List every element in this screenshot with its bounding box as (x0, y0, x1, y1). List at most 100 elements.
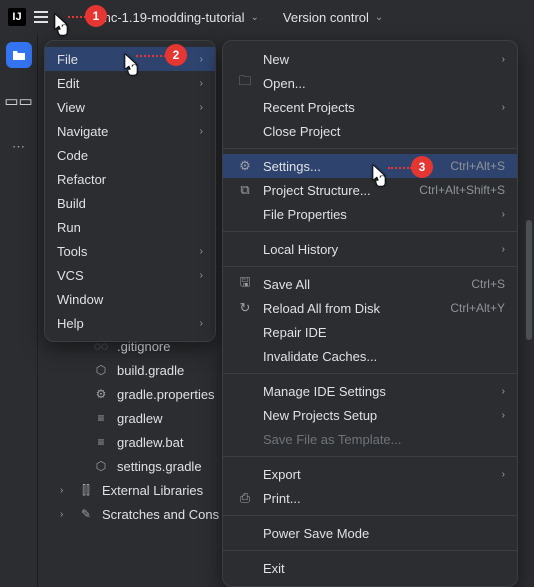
gear-icon: ⚙ (237, 158, 253, 174)
chevron-right-icon: › (502, 386, 505, 397)
menu-item-build[interactable]: Build (45, 191, 215, 215)
menu-item-label: Build (57, 196, 203, 211)
file-label: gradle.properties (117, 387, 215, 402)
file-menu-repair-ide[interactable]: Repair IDE (223, 320, 517, 344)
menu-item-label: Save All (263, 277, 461, 292)
tree-root-label: Scratches and Cons (102, 507, 219, 522)
gradle-icon: ⬡ (93, 459, 109, 473)
menu-item-file[interactable]: File › (45, 47, 215, 71)
shortcut-label: Ctrl+Alt+Y (450, 301, 505, 315)
menu-item-label: Code (57, 148, 203, 163)
file-menu-power-save-mode[interactable]: Power Save Mode (223, 521, 517, 545)
menu-item-label: Edit (57, 76, 190, 91)
menu-item-label: Project Structure... (263, 183, 409, 198)
menu-item-label: File (57, 52, 190, 67)
gear-icon: ⚙ (93, 387, 109, 401)
menu-item-label: Save File as Template... (263, 432, 505, 447)
menu-item-label: Repair IDE (263, 325, 505, 340)
file-menu-save-all[interactable]: 🖫Save AllCtrl+S (223, 272, 517, 296)
menu-item-refactor[interactable]: Refactor (45, 167, 215, 191)
shortcut-label: Ctrl+S (471, 277, 505, 291)
file-menu-recent-projects[interactable]: Recent Projects › (223, 95, 517, 119)
chevron-right-icon: › (502, 244, 505, 255)
lib-icon: ⫿⫿ (78, 483, 94, 498)
shortcut-label: Ctrl+Alt+S (450, 159, 505, 173)
menu-item-run[interactable]: Run (45, 215, 215, 239)
intellij-logo-icon: IJ (8, 8, 26, 26)
menu-item-label: Settings... (263, 159, 440, 174)
menu-item-vcs[interactable]: VCS› (45, 263, 215, 287)
shortcut-label: Ctrl+Alt+Shift+S (419, 183, 505, 197)
menu-item-label: Local History (263, 242, 492, 257)
file-label: gradlew (117, 411, 163, 426)
main-menu-button[interactable] (32, 7, 50, 27)
menu-item-label: Manage IDE Settings (263, 384, 492, 399)
file-menu-exit[interactable]: Exit (223, 556, 517, 580)
file-label: settings.gradle (117, 459, 202, 474)
file-menu-close-project[interactable]: Close Project (223, 119, 517, 143)
file-menu-popup: New›🗀Open... Recent Projects › Close Projec… (222, 40, 518, 587)
project-dropdown[interactable]: mc-1.19-modding-tutorial ⌄ (100, 10, 259, 25)
file-menu-new-projects-setup[interactable]: New Projects Setup › (223, 403, 517, 427)
scrollbar-thumb[interactable] (526, 220, 532, 340)
menu-item-label: Reload All from Disk (263, 301, 440, 316)
file-menu-new[interactable]: New› (223, 47, 517, 71)
version-control-dropdown[interactable]: Version control ⌄ (283, 10, 383, 25)
file-label: build.gradle (117, 363, 184, 378)
menu-item-label: Close Project (263, 124, 505, 139)
chevron-right-icon: › (60, 509, 70, 520)
menu-item-label: Recent Projects (263, 100, 492, 115)
file-menu-project-structure[interactable]: ⧉ Project Structure... Ctrl+Alt+Shift+S (223, 178, 517, 202)
menu-item-label: Navigate (57, 124, 190, 139)
chevron-down-icon: ⌄ (375, 12, 383, 23)
tree-root-label: External Libraries (102, 483, 203, 498)
menu-item-label: Export (263, 467, 492, 482)
menu-item-edit[interactable]: Edit› (45, 71, 215, 95)
file-menu-invalidate-caches[interactable]: Invalidate Caches... (223, 344, 517, 368)
folder-icon: 🗀 (237, 72, 253, 94)
chevron-down-icon: ⌄ (251, 12, 259, 23)
project-tool-button[interactable] (6, 42, 32, 68)
chevron-right-icon: › (200, 102, 203, 113)
chevron-right-icon: › (200, 246, 203, 257)
file-menu-settings[interactable]: ⚙ Settings... Ctrl+Alt+S (223, 154, 517, 178)
menu-item-label: Print... (263, 491, 505, 506)
file-menu-export[interactable]: Export › (223, 462, 517, 486)
file-icon: ≡ (93, 411, 109, 425)
menu-item-window[interactable]: Window (45, 287, 215, 311)
menu-item-navigate[interactable]: Navigate› (45, 119, 215, 143)
file-icon: ≡ (93, 435, 109, 449)
reload-icon: ↻ (237, 300, 253, 316)
chevron-right-icon: › (502, 102, 505, 113)
file-menu-file-properties[interactable]: File Properties › (223, 202, 517, 226)
file-label: gradlew.bat (117, 435, 184, 450)
more-tool-button[interactable]: ⋯ (6, 134, 32, 160)
chevron-right-icon: › (502, 209, 505, 220)
chevron-right-icon: › (200, 54, 203, 65)
menu-item-label: Refactor (57, 172, 203, 187)
file-menu-manage-ide-settings[interactable]: Manage IDE Settings › (223, 379, 517, 403)
file-menu-local-history[interactable]: Local History › (223, 237, 517, 261)
chevron-right-icon: › (502, 469, 505, 480)
main-menu-popup: File›Edit›View›Navigate›CodeRefactorBuil… (44, 40, 216, 342)
menu-item-label: Run (57, 220, 203, 235)
menu-item-label: Window (57, 292, 203, 307)
structure-tool-button[interactable]: ▭▭ (6, 88, 32, 114)
menu-item-tools[interactable]: Tools› (45, 239, 215, 263)
menu-item-code[interactable]: Code (45, 143, 215, 167)
menu-item-label: New Projects Setup (263, 408, 492, 423)
menu-item-label: File Properties (263, 207, 492, 222)
menu-item-view[interactable]: View› (45, 95, 215, 119)
file-menu-open[interactable]: 🗀Open... (223, 71, 517, 95)
project-name-label: mc-1.19-modding-tutorial (100, 10, 245, 25)
menu-item-label: Invalidate Caches... (263, 349, 505, 364)
struct-icon: ⧉ (237, 182, 253, 198)
menu-item-label: Exit (263, 561, 505, 576)
chevron-right-icon: › (502, 54, 505, 65)
menu-item-label: Help (57, 316, 190, 331)
chevron-right-icon: › (502, 410, 505, 421)
file-menu-print[interactable]: ⎙Print... (223, 486, 517, 510)
file-menu-reload-all-from-disk[interactable]: ↻ Reload All from Disk Ctrl+Alt+Y (223, 296, 517, 320)
menu-item-help[interactable]: Help› (45, 311, 215, 335)
chevron-right-icon: › (200, 270, 203, 281)
